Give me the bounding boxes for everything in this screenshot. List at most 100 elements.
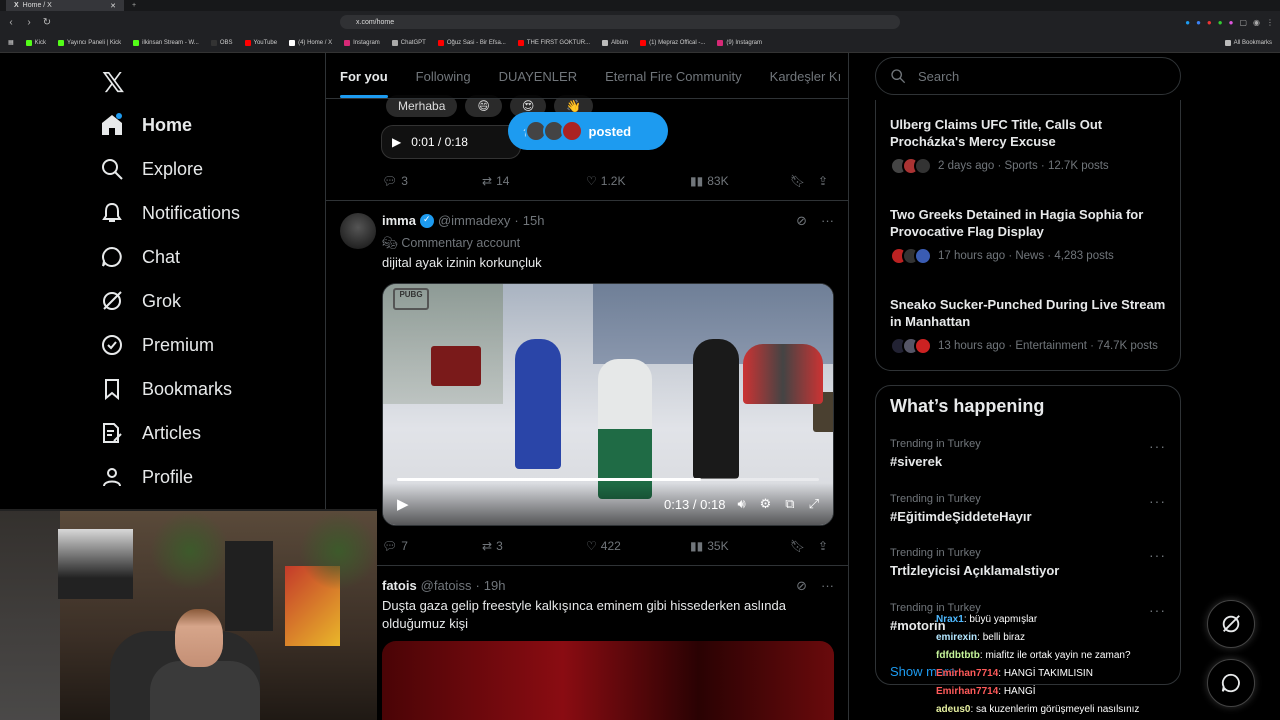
back-icon[interactable]: ‹ bbox=[6, 17, 16, 28]
news-item[interactable]: Ulberg Claims UFC Title, Calls Out Proch… bbox=[890, 116, 1170, 175]
browser-tab[interactable]: X Home / X ✕ bbox=[6, 0, 124, 11]
bookmark-button[interactable]: 🔖︎ bbox=[790, 174, 818, 188]
volume-icon[interactable]: 🔊︎ bbox=[737, 496, 745, 512]
extension-icon[interactable]: ● bbox=[1196, 18, 1201, 27]
all-bookmarks[interactable]: All Bookmarks bbox=[1224, 39, 1272, 46]
new-tab-icon[interactable]: + bbox=[132, 2, 136, 9]
share-button[interactable]: ⇪ bbox=[818, 539, 828, 553]
more-icon[interactable]: ··· bbox=[1149, 438, 1166, 454]
address-bar[interactable]: x.com/home bbox=[340, 15, 900, 29]
search-input[interactable]: Search bbox=[875, 57, 1181, 95]
separator-dot: · bbox=[475, 578, 480, 593]
grok-fab-button[interactable] bbox=[1207, 600, 1255, 648]
tab-for-you[interactable]: For you bbox=[326, 53, 402, 98]
sidebar-item-premium[interactable]: Premium bbox=[100, 333, 214, 357]
video-player[interactable] bbox=[382, 641, 834, 720]
trend-tag: #siverek bbox=[890, 454, 943, 469]
author-handle[interactable]: @fatoiss bbox=[421, 578, 472, 593]
messages-fab-button[interactable] bbox=[1207, 659, 1255, 707]
views-button[interactable]: ▮▮ 83K bbox=[690, 174, 790, 188]
more-icon[interactable]: ··· bbox=[1149, 547, 1166, 563]
more-icon[interactable]: ··· bbox=[1149, 493, 1166, 509]
sidebar-item-profile[interactable]: Profile bbox=[100, 465, 193, 489]
author-name[interactable]: fatois bbox=[382, 578, 417, 593]
bookmark[interactable]: YouTube bbox=[244, 39, 277, 46]
extension-icon[interactable]: ● bbox=[1229, 18, 1234, 27]
bookmark[interactable]: OBS bbox=[210, 39, 233, 46]
extension-icon[interactable]: ▢ bbox=[1239, 18, 1247, 27]
tab-duayenler[interactable]: DUAYENLER bbox=[485, 53, 592, 98]
extension-icon[interactable]: ● bbox=[1185, 18, 1190, 27]
mini-video-player[interactable]: ▶ 0:01 / 0:18 bbox=[381, 125, 521, 159]
close-tab-icon[interactable]: ✕ bbox=[110, 2, 116, 10]
play-icon[interactable]: ▶ bbox=[392, 135, 401, 149]
sidebar-item-notifications[interactable]: Notifications bbox=[100, 201, 240, 225]
reply-button[interactable]: 💬︎ 7 bbox=[382, 539, 482, 553]
bookmark[interactable]: Instagram bbox=[344, 39, 380, 46]
repost-icon: ⇄ bbox=[482, 174, 493, 188]
settings-icon[interactable]: ⚙ bbox=[760, 496, 772, 512]
timeline-tabs: For you Following DUAYENLER Eternal Fire… bbox=[326, 53, 848, 99]
sidebar-item-home[interactable]: Home bbox=[100, 113, 192, 137]
bookmark[interactable]: Oğuz Sasi - Bir Efsa... bbox=[437, 39, 506, 46]
trend-item[interactable]: Trending in Turkey Trtİzleyicisi Açıklam… bbox=[890, 547, 1166, 578]
forward-icon[interactable]: › bbox=[24, 17, 34, 28]
bookmark[interactable]: Kick bbox=[25, 39, 46, 46]
webcam-plant bbox=[300, 511, 377, 591]
repost-button[interactable]: ⇄ 14 bbox=[482, 174, 586, 188]
reload-icon[interactable]: ↻ bbox=[42, 17, 52, 28]
profile-icon[interactable]: ◉ bbox=[1253, 18, 1260, 27]
like-button[interactable]: ♡ 422 bbox=[586, 539, 690, 553]
bookmark[interactable]: ChatGPT bbox=[391, 39, 426, 46]
bookmark[interactable]: (4) Home / X bbox=[289, 39, 332, 46]
sidebar-item-articles[interactable]: Articles bbox=[100, 421, 201, 445]
extension-icon[interactable]: ● bbox=[1207, 18, 1212, 27]
trend-item[interactable]: Trending in Turkey #EğitimdeŞiddeteHayır… bbox=[890, 493, 1166, 524]
tab-following[interactable]: Following bbox=[402, 53, 485, 98]
video-player[interactable]: PUBG ▶ 0:13 / 0:18 🔊︎ ⚙ ⧉ ⤢ bbox=[382, 283, 834, 526]
webcam-poster bbox=[58, 529, 133, 599]
fullscreen-icon[interactable]: ⤢ bbox=[809, 496, 819, 512]
post-time[interactable]: 15h bbox=[523, 213, 545, 228]
apps-icon[interactable]: ▦ bbox=[8, 39, 14, 46]
news-title: Sneako Sucker-Punched During Live Stream… bbox=[890, 297, 1166, 329]
webcam-person bbox=[150, 661, 260, 720]
extension-icon[interactable]: ● bbox=[1218, 18, 1223, 27]
news-item[interactable]: Sneako Sucker-Punched During Live Stream… bbox=[890, 296, 1170, 355]
sidebar-item-bookmarks[interactable]: Bookmarks bbox=[100, 377, 232, 401]
views-button[interactable]: ▮▮ 35K bbox=[690, 539, 790, 553]
reply-button[interactable]: 💬︎ 3 bbox=[382, 174, 482, 188]
grok-icon[interactable]: ⊘ bbox=[796, 578, 807, 594]
share-button[interactable]: ⇪ bbox=[818, 174, 828, 188]
trend-item[interactable]: Trending in Turkey #siverek ··· bbox=[890, 438, 1166, 469]
bookmark[interactable]: ilkinsan Stream - W... bbox=[133, 39, 199, 46]
sidebar-item-chat[interactable]: Chat bbox=[100, 245, 180, 269]
play-icon[interactable]: ▶ bbox=[397, 495, 409, 513]
more-icon[interactable]: ··· bbox=[821, 578, 834, 594]
author-handle[interactable]: @immadexy bbox=[438, 213, 510, 228]
sidebar-item-grok[interactable]: Grok bbox=[100, 289, 181, 313]
menu-icon[interactable]: ⋮ bbox=[1266, 18, 1274, 27]
sidebar-item-explore[interactable]: Explore bbox=[100, 157, 203, 181]
tab-kardesler[interactable]: Kardeşler Kı bbox=[756, 53, 848, 98]
more-icon[interactable]: ··· bbox=[821, 213, 834, 229]
author-name[interactable]: imma bbox=[382, 213, 416, 228]
avatar[interactable] bbox=[340, 213, 376, 249]
x-logo-icon[interactable]: 𝕏 bbox=[102, 66, 125, 99]
bookmark[interactable]: THE FIRST GOKTUR... bbox=[517, 39, 590, 46]
post-time[interactable]: 19h bbox=[484, 578, 506, 593]
news-item[interactable]: Two Greeks Detained in Hagia Sophia for … bbox=[890, 206, 1170, 265]
bookmark[interactable]: Yayıncı Paneli | Kick bbox=[58, 39, 121, 46]
bookmark[interactable]: (1) Mepraz Offical -... bbox=[640, 39, 705, 46]
video-progress[interactable] bbox=[397, 478, 819, 481]
chat-user: fdfdbtbtb bbox=[936, 650, 980, 661]
new-posts-pill[interactable]: ↑ posted bbox=[508, 112, 668, 150]
grok-icon[interactable]: ⊘ bbox=[796, 213, 807, 229]
picture-in-picture-icon[interactable]: ⧉ bbox=[785, 496, 794, 512]
like-button[interactable]: ♡ 1.2K bbox=[586, 174, 690, 188]
bookmark[interactable]: (9) Instagram bbox=[717, 39, 762, 46]
bookmark-button[interactable]: 🔖︎ bbox=[790, 539, 818, 553]
tab-eternal-fire[interactable]: Eternal Fire Community bbox=[591, 53, 756, 98]
bookmark-folder[interactable]: Albüm bbox=[602, 39, 628, 46]
repost-button[interactable]: ⇄ 3 bbox=[482, 539, 586, 553]
